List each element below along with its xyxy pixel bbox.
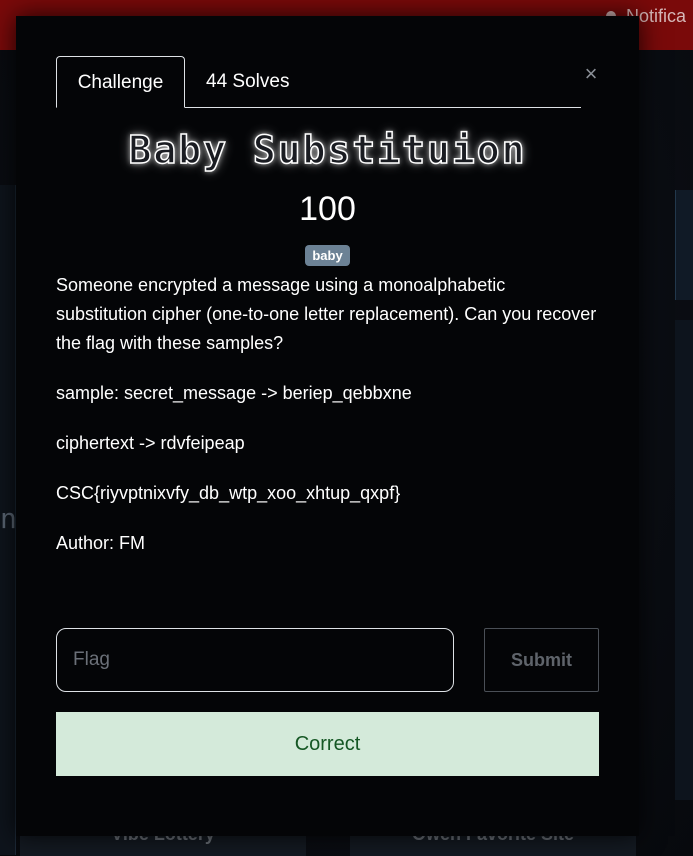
submit-button[interactable]: Submit (484, 628, 599, 692)
modal-tabs: Challenge 44 Solves (56, 56, 581, 108)
description-sample: sample: secret_message -> beriep_qebbxne (56, 383, 412, 403)
correct-alert: Correct (56, 712, 599, 776)
challenge-description: Someone encrypted a message using a mono… (56, 271, 601, 579)
challenge-tag-badge: baby (305, 245, 350, 266)
description-encrypted-flag: CSC{riyvptnixvfy_db_wtp_xoo_xhtup_qxpf} (56, 483, 401, 503)
background-card-letter: n (0, 502, 17, 535)
description-ciphertext: ciphertext -> rdvfeipeap (56, 433, 245, 453)
challenge-title: Baby Substituion (128, 127, 527, 173)
close-icon[interactable]: × (581, 63, 601, 85)
background-challenge-card (675, 190, 693, 300)
description-paragraph: Someone encrypted a message using a mono… (56, 275, 597, 353)
tab-challenge[interactable]: Challenge (56, 56, 185, 108)
description-author: Author: FM (56, 533, 146, 553)
challenge-modal: Challenge 44 Solves × Baby Substituion 1… (16, 16, 639, 836)
flag-input[interactable] (56, 628, 454, 692)
tab-solves[interactable]: 44 Solves (206, 56, 289, 108)
challenge-points: 100 (299, 190, 356, 228)
background-challenge-card (675, 320, 693, 800)
